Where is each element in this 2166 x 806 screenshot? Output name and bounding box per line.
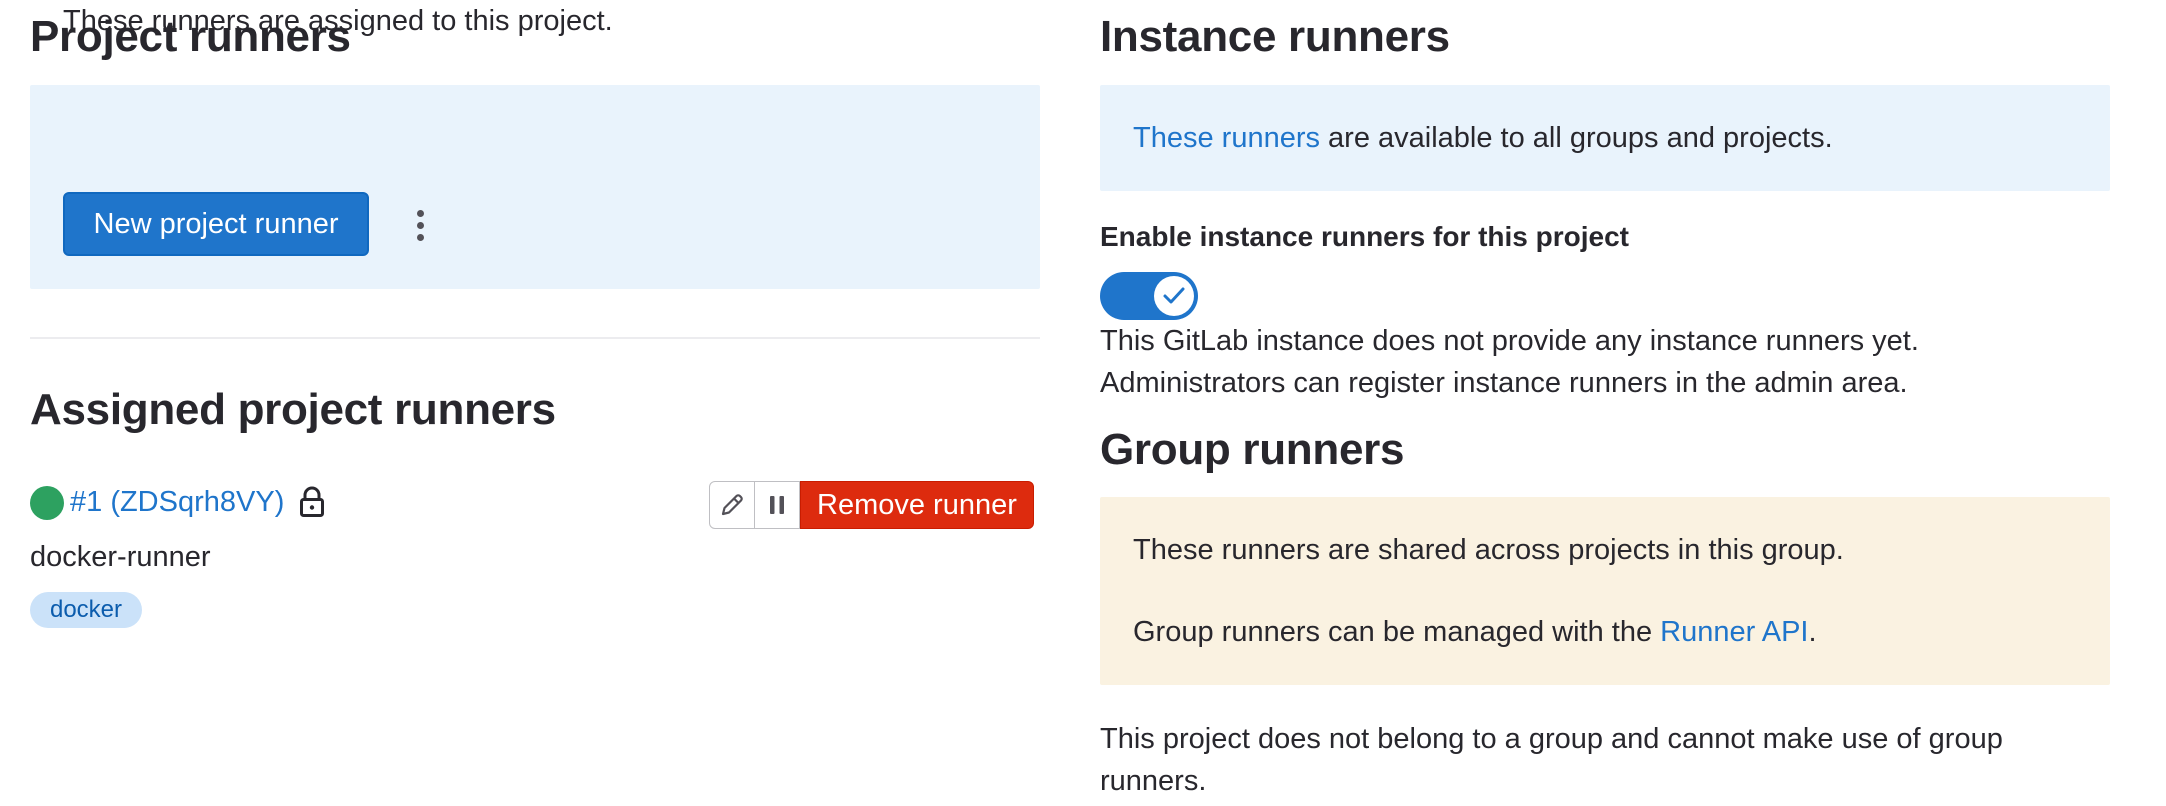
instance-runners-link[interactable]: These runners	[1133, 122, 1320, 154]
pause-runner-button[interactable]	[755, 481, 800, 529]
instance-runners-description-rest: are available to all groups and projects…	[1320, 122, 1833, 154]
section-divider	[30, 337, 1040, 339]
group-runners-line1: These runners are shared across projects…	[1133, 534, 1844, 566]
runner-tag-badge: docker	[30, 592, 142, 628]
runner-description: docker-runner	[30, 541, 211, 573]
instance-runners-info-panel: These runners are available to all group…	[1100, 85, 2110, 191]
runner-status-online-icon	[30, 486, 64, 520]
edit-runner-button[interactable]	[709, 481, 755, 529]
project-runners-info-panel: These runners are assigned to this proje…	[30, 5, 1040, 289]
remove-runner-button[interactable]: Remove runner	[800, 481, 1034, 529]
project-runners-description: These runners are assigned to this proje…	[63, 5, 613, 37]
runner-id-link[interactable]: #1 (ZDSqrh8VY)	[70, 480, 284, 524]
instance-runners-toggle-label: Enable instance runners for this project	[1100, 221, 1630, 252]
runner-list-item: #1 (ZDSqrh8VY) Remove runner docker-runn…	[30, 470, 1040, 640]
group-runners-info-panel: These runners are shared across projects…	[1100, 497, 2110, 685]
instance-runners-info-line1: This GitLab instance does not provide an…	[1100, 325, 1919, 357]
new-project-runner-button[interactable]: New project runner	[63, 192, 369, 256]
group-runners-line2: Group runners can be managed with the Ru…	[1133, 616, 1817, 648]
pencil-icon	[721, 494, 743, 516]
check-icon	[1163, 287, 1185, 304]
more-actions-icon[interactable]	[398, 203, 442, 247]
group-runners-footer-note: This project does not belong to a group …	[1100, 723, 2003, 797]
instance-runners-toggle[interactable]	[1100, 272, 1198, 320]
assigned-runners-title: Assigned project runners	[30, 385, 556, 434]
group-runners-title: Group runners	[1100, 425, 1405, 474]
runner-actions: Remove runner	[709, 481, 1034, 529]
instance-runners-description: These runners are available to all group…	[1133, 117, 1833, 159]
instance-runners-title: Instance runners	[1100, 12, 1450, 61]
runner-api-link[interactable]: Runner API	[1660, 616, 1808, 648]
pause-icon	[770, 496, 784, 514]
lock-icon	[297, 486, 327, 518]
instance-runners-info-line2: Administrators can register instance run…	[1100, 367, 1908, 399]
